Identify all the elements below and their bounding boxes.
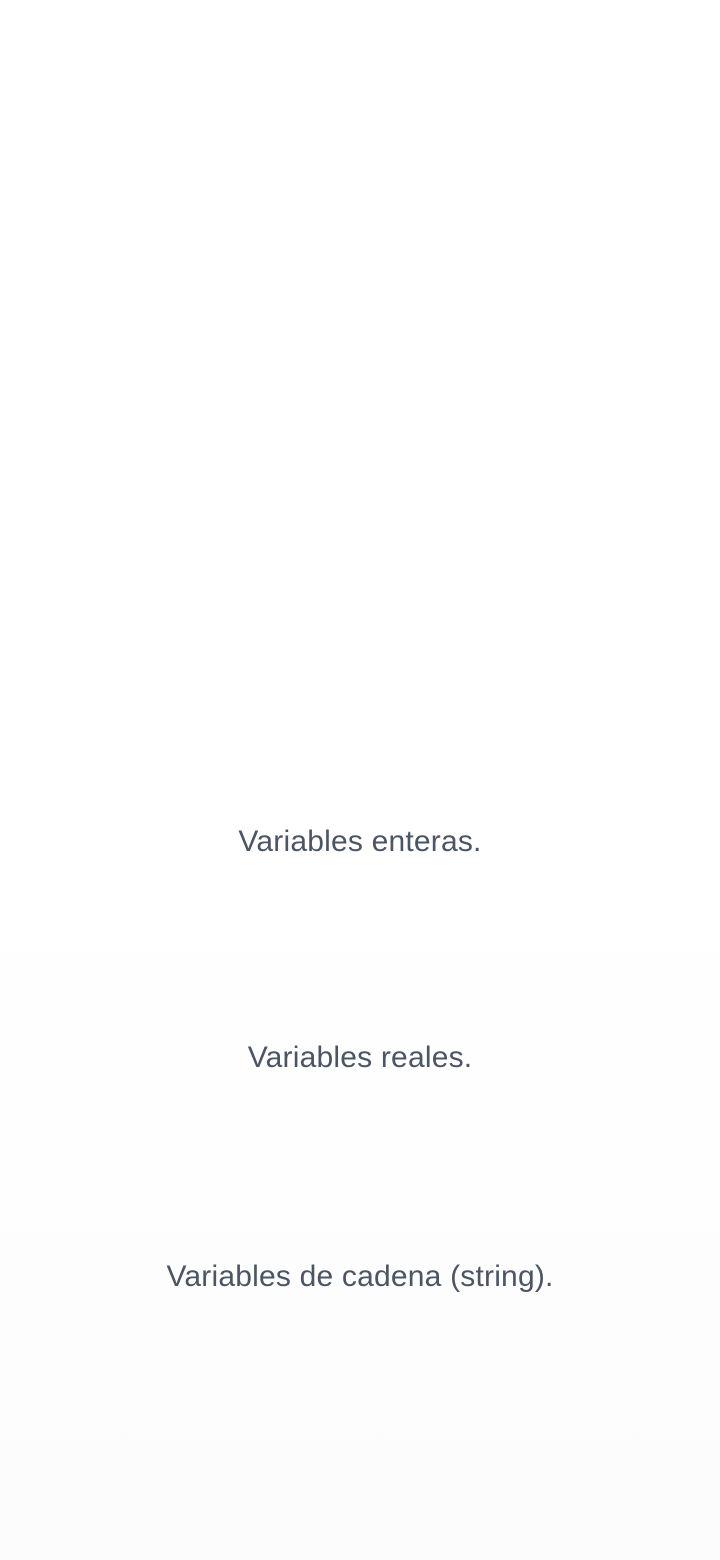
quiz-screen: Variables enteras. Variables reales. Var… xyxy=(0,0,720,1560)
option-integer-variables[interactable]: Variables enteras. xyxy=(0,822,720,862)
option-real-variables[interactable]: Variables reales. xyxy=(0,1038,720,1078)
option-string-variables[interactable]: Variables de cadena (string). xyxy=(0,1257,720,1297)
